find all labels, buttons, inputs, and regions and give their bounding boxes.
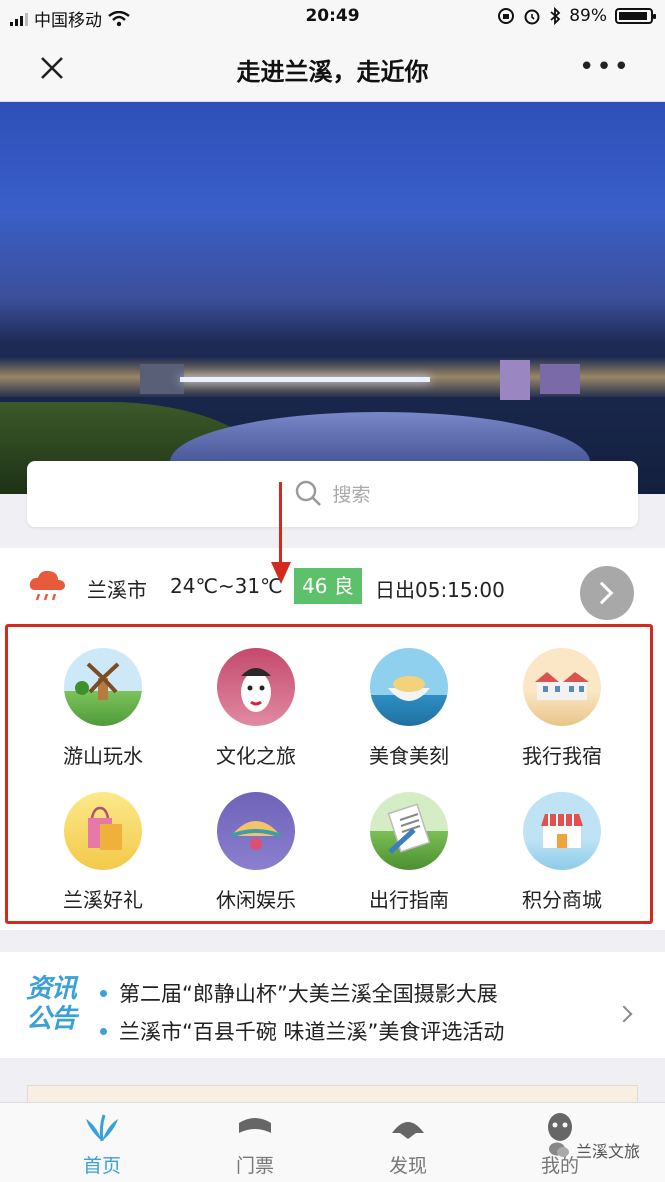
news-item[interactable]: 第二届“郎静山杯”大美兰溪全国摄影大展	[100, 978, 498, 1008]
ticket-icon	[239, 1118, 271, 1133]
banner-bridge	[180, 377, 430, 382]
nav-bar: 走进兰溪，走近你 •••	[0, 34, 665, 102]
air-quality-badge: 46 良	[294, 568, 362, 604]
weather-next-button[interactable]	[580, 566, 634, 620]
rain-cloud-icon	[29, 570, 65, 601]
weather-city: 兰溪市	[87, 578, 147, 602]
news-item-text: 第二届“郎静山杯”大美兰溪全国摄影大展	[119, 982, 498, 1006]
bluetooth-icon	[550, 7, 561, 25]
annotation-arrow	[279, 482, 282, 567]
sunrise-time: 日出05:15:00	[375, 578, 505, 602]
news-logo-line: 公告	[26, 1004, 77, 1034]
hero-banner[interactable]	[0, 102, 665, 494]
news-bulletin[interactable]: 资讯 公告 第二届“郎静山杯”大美兰溪全国摄影大展 兰溪市“百县千碗 味道兰溪”…	[0, 952, 665, 1058]
watermark: 兰溪文旅	[548, 1138, 640, 1162]
more-icon[interactable]: •••	[579, 54, 631, 80]
battery-percent: 89%	[569, 6, 607, 26]
battery-icon	[615, 8, 656, 24]
annotation-arrow-head	[271, 562, 291, 584]
bullet-icon	[100, 989, 107, 997]
tab-label: 门票	[235, 1155, 274, 1177]
weather-row: 兰溪市 24℃~31℃ 46 良 日出05:15:00	[0, 548, 665, 624]
page-title: 走进兰溪，走近你	[236, 58, 429, 86]
annotation-highlight-box	[5, 624, 653, 924]
news-logo: 资讯 公告	[26, 974, 86, 1034]
banner-building	[140, 364, 184, 394]
status-right: 89%	[497, 6, 656, 26]
rotation-lock-icon	[498, 8, 515, 24]
news-item-text: 兰溪市“百县千碗 味道兰溪”美食评选活动	[119, 1020, 505, 1044]
news-logo-line: 资讯	[26, 974, 77, 1004]
banner-building	[540, 364, 580, 394]
home-orchid-icon	[86, 1114, 118, 1142]
tab-label: 首页	[82, 1155, 121, 1177]
search-icon	[296, 480, 322, 506]
chevron-right-icon	[590, 581, 614, 605]
search-bar[interactable]: 搜索	[27, 461, 638, 527]
discover-fan-icon	[392, 1122, 424, 1139]
weather-temperature: 24℃~31℃	[170, 574, 283, 598]
search-placeholder: 搜索	[332, 483, 371, 506]
tab-discover[interactable]: 发现	[348, 1103, 468, 1182]
status-bar: 中国移动 20:49 89%	[0, 0, 665, 34]
banner-building	[500, 360, 530, 400]
tab-home[interactable]: 首页	[42, 1103, 162, 1182]
bullet-icon	[100, 1027, 107, 1035]
alarm-icon	[524, 9, 540, 25]
search-inner: 搜索	[27, 479, 638, 507]
wechat-icon	[549, 1142, 569, 1157]
news-item[interactable]: 兰溪市“百县千碗 味道兰溪”美食评选活动	[100, 1016, 504, 1046]
tab-label: 发现	[388, 1155, 427, 1177]
watermark-text: 兰溪文旅	[576, 1142, 641, 1161]
tab-tickets[interactable]: 门票	[195, 1103, 315, 1182]
